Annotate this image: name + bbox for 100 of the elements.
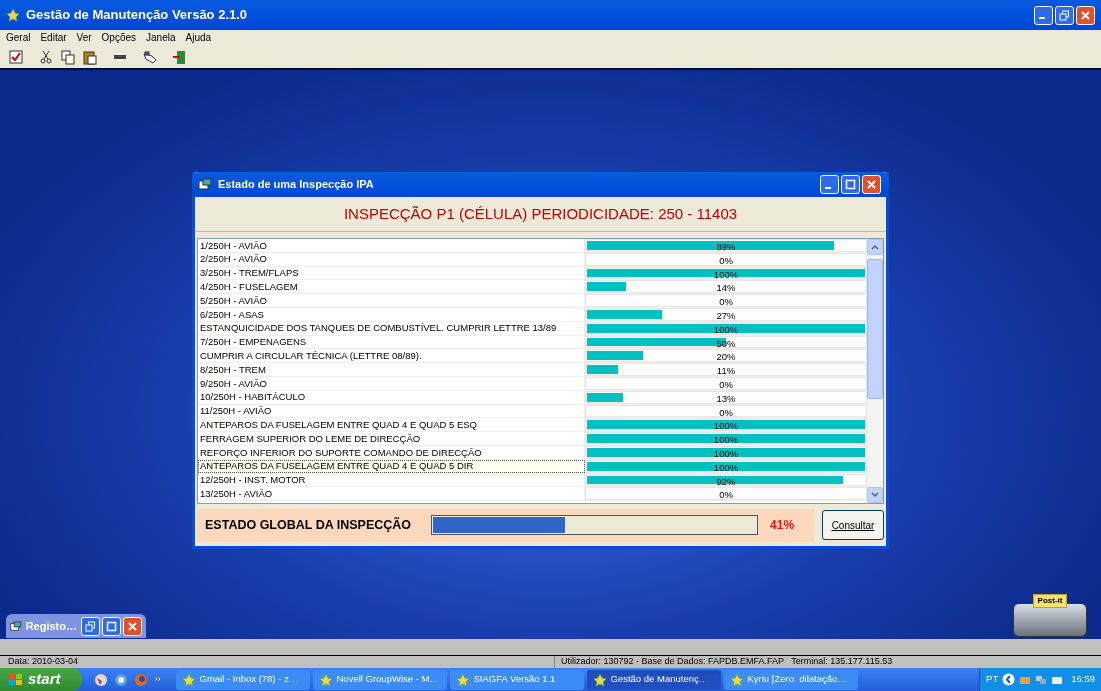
dialog-title: Estado de uma Inspecção IPA bbox=[218, 177, 374, 193]
minimize-button[interactable] bbox=[820, 175, 839, 194]
list-row[interactable]: 11/250H - AVIÃO 0% bbox=[198, 404, 867, 419]
close-icon bbox=[1080, 9, 1091, 21]
percent-label: 0% bbox=[718, 407, 734, 418]
close-button[interactable] bbox=[1076, 5, 1095, 25]
menu-item[interactable]: Janela bbox=[146, 30, 176, 45]
percent-label: 100% bbox=[712, 462, 740, 473]
list-row[interactable]: FERRAGEM SUPERIOR DO LEME DE DIRECÇÃO 100% bbox=[198, 432, 867, 446]
app-icon bbox=[181, 672, 196, 687]
close-button[interactable] bbox=[123, 616, 142, 636]
app-icon bbox=[729, 672, 744, 687]
hand-icon[interactable] bbox=[142, 48, 158, 65]
app-icon bbox=[455, 672, 470, 687]
menu-item[interactable]: Geral bbox=[6, 30, 31, 45]
global-status-label: ESTADO GLOBAL DA INSPECÇÃO bbox=[205, 516, 412, 534]
list-row[interactable]: REFORÇO INFERIOR DO SUPORTE COMANDO DE DIRECÇÃO 100% bbox=[198, 445, 867, 460]
percent-label: 100% bbox=[712, 324, 740, 335]
menu-item[interactable]: Ver bbox=[76, 30, 92, 45]
scrollbar-thumb[interactable] bbox=[867, 259, 883, 399]
task-name: 7/250H - EMPENAGENS bbox=[200, 337, 307, 347]
task-name: 12/250H - INST. MOTOR bbox=[200, 475, 306, 485]
list-row[interactable]: 9/250H - AVIÃO 0% bbox=[198, 376, 867, 391]
list-row[interactable]: 12/250H - INST. MOTOR 92% bbox=[198, 473, 867, 488]
list-row[interactable]: 10/250H - HABITÁCULO 13% bbox=[198, 390, 867, 405]
task-name: REFORÇO INFERIOR DO SUPORTE COMANDO DE DIRECÇÃO bbox=[200, 447, 482, 458]
maximize-icon bbox=[106, 620, 117, 632]
menu-item[interactable]: Opções bbox=[101, 30, 137, 45]
task-name: 1/250H - AVIÃO bbox=[200, 240, 267, 251]
percent-label: 13% bbox=[715, 393, 737, 404]
percent-label: 100% bbox=[712, 435, 740, 445]
status-date: Data: 2010-03-04 bbox=[8, 655, 79, 669]
percent-label: 100% bbox=[712, 448, 740, 459]
taskbar-button[interactable]: Gestão de Manutenç… bbox=[586, 669, 721, 690]
list-row[interactable]: 13/250H - AVIÃO 0% bbox=[198, 487, 867, 502]
list-row[interactable]: ANTEPAROS DA FUSELAGEM ENTRE QUAD 4 E QUAD 5 ESQ 100% bbox=[198, 418, 867, 433]
chevron-left-icon[interactable] bbox=[1002, 673, 1016, 686]
percent-label: 92% bbox=[715, 476, 737, 487]
percent-label: 100% bbox=[712, 269, 740, 280]
task-name: ANTEPAROS DA FUSELAGEM ENTRE QUAD 4 E QUAD 5 DIR bbox=[200, 461, 474, 471]
task-name: 11/250H - AVIÃO bbox=[200, 406, 272, 416]
maximize-button[interactable] bbox=[102, 616, 121, 636]
list-row[interactable]: 8/250H - TREM 11% bbox=[198, 363, 867, 377]
task-name: 4/250H - FUSELAGEM bbox=[200, 282, 298, 292]
window-title: Gestão de Manutenção Versão 2.1.0 bbox=[26, 6, 248, 25]
chevron-icon[interactable] bbox=[154, 675, 162, 684]
close-button[interactable] bbox=[862, 175, 881, 194]
checkbox-icon[interactable] bbox=[8, 48, 24, 65]
list-row[interactable]: 3/250H - TREM/FLAPS 100% bbox=[198, 266, 867, 281]
list-row[interactable]: 5/250H - AVIÃO 0% bbox=[198, 294, 867, 308]
start-button[interactable]: start bbox=[0, 668, 82, 691]
copy-icon[interactable] bbox=[60, 48, 76, 65]
close-icon bbox=[866, 179, 877, 190]
minimize-button[interactable] bbox=[1034, 5, 1053, 25]
scroll-up-icon[interactable] bbox=[871, 244, 879, 250]
scissors-icon[interactable] bbox=[38, 48, 54, 65]
minimized-window-title: Registo… bbox=[25, 618, 77, 634]
percent-label: 0% bbox=[718, 297, 734, 307]
browser-icon[interactable] bbox=[114, 672, 128, 687]
percent-label: 0% bbox=[718, 379, 734, 390]
windows-logo-icon bbox=[8, 672, 24, 687]
task-name: ESTANQUICIDADE DOS TANQUES DE COMBUSTÍVEL. CUMPRIR LETTRE 13/89 bbox=[200, 323, 557, 333]
list-row[interactable]: 1/250H - AVIÃO 89% bbox=[198, 239, 867, 253]
status-info: Utilizador: 130792 - Base de Dados: FAPDB.EMFA.FAP Terminal: 135.177.115.53 bbox=[561, 655, 893, 669]
list-row[interactable]: CUMPRIR A CIRCULAR TÉCNICA (LETTRE 08/89). 20% bbox=[198, 349, 867, 364]
consult-button[interactable]: Consultar bbox=[822, 510, 884, 540]
scroll-down-icon[interactable] bbox=[871, 492, 879, 498]
list-row[interactable]: 7/250H - EMPENAGENS 50% bbox=[198, 335, 867, 350]
window-icon bbox=[10, 619, 22, 633]
menu-item[interactable]: Editar bbox=[40, 30, 67, 45]
app-icon bbox=[318, 672, 333, 687]
task-name: 10/250H - HABITÁCULO bbox=[200, 392, 306, 402]
inspection-heading: INSPECÇÃO P1 (CÉLULA) PERIODICIDADE: 250 - 11403 bbox=[343, 203, 738, 224]
restore-icon bbox=[1059, 9, 1070, 21]
task-name: CUMPRIR A CIRCULAR TÉCNICA (LETTRE 08/89). bbox=[200, 351, 422, 361]
percent-label: 0% bbox=[718, 255, 734, 266]
minimize-icon bbox=[825, 186, 831, 189]
restore-button[interactable] bbox=[81, 616, 100, 636]
app-icon bbox=[6, 8, 20, 22]
percent-label: 89% bbox=[715, 242, 737, 252]
menu-item[interactable]: Ajuda bbox=[185, 30, 212, 45]
list-row[interactable]: ESTANQUICIDADE DOS TANQUES DE COMBUSTÍVEL. CUMPRIR LETTRE 13/89 100% bbox=[198, 321, 867, 336]
percent-label: 50% bbox=[715, 338, 737, 349]
door-icon[interactable] bbox=[172, 48, 188, 65]
task-name: FERRAGEM SUPERIOR DO LEME DE DIRECÇÃO bbox=[200, 433, 421, 444]
task-name: 13/250H - AVIÃO bbox=[200, 489, 273, 499]
percent-label: 100% bbox=[712, 421, 740, 431]
groupwise-icon[interactable] bbox=[94, 672, 108, 687]
clipboard-icon[interactable] bbox=[82, 48, 98, 65]
list-row[interactable]: 6/250H - ASAS 27% bbox=[198, 308, 867, 322]
task-name: ANTEPAROS DA FUSELAGEM ENTRE QUAD 4 E QUAD 5 ESQ bbox=[200, 420, 477, 430]
list-row[interactable]: 4/250H - FUSELAGEM 14% bbox=[198, 280, 867, 295]
window-icon bbox=[198, 178, 212, 191]
maximize-button[interactable] bbox=[841, 175, 860, 194]
restore-button[interactable] bbox=[1055, 5, 1074, 25]
percent-label: 14% bbox=[715, 283, 737, 293]
percent-label: 0% bbox=[718, 490, 734, 500]
global-percent: 41% bbox=[770, 517, 795, 534]
list-row[interactable]: 2/250H - AVIÃO 0% bbox=[198, 252, 867, 267]
percent-label: 20% bbox=[715, 352, 737, 362]
